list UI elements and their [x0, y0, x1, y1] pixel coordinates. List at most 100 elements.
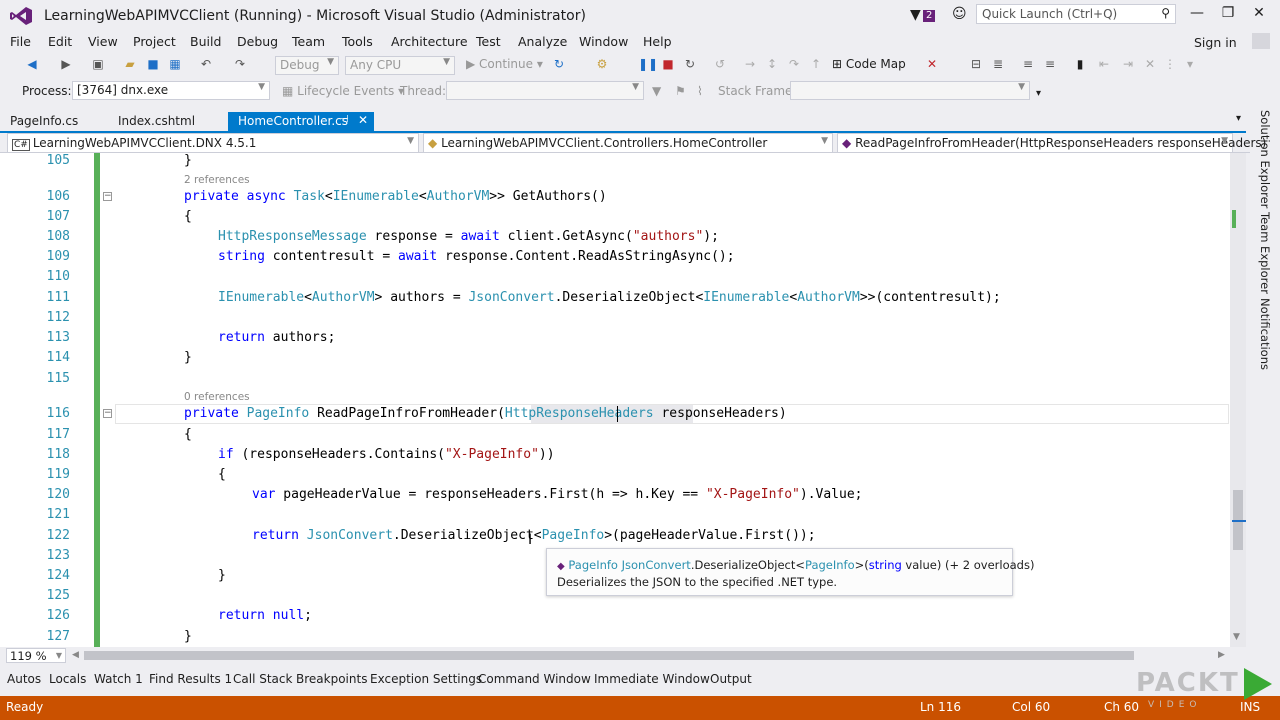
- horizontal-scrollbar-thumb[interactable]: [84, 651, 1134, 660]
- class-select[interactable]: ◆ LearningWebAPIMVCClient.Controllers.Ho…: [423, 133, 833, 153]
- codelens-references[interactable]: 2 references: [184, 174, 250, 186]
- member-select[interactable]: ◆ ReadPageInfroFromHeader(HttpResponseHe…: [837, 133, 1266, 153]
- bookmark-icon[interactable]: ▮: [1072, 56, 1088, 72]
- line-number: 105: [46, 153, 70, 168]
- notification-count-badge[interactable]: 2: [923, 10, 936, 22]
- collapse-toggle[interactable]: −: [103, 192, 112, 201]
- menu-debug[interactable]: Debug: [237, 34, 278, 49]
- menu-test[interactable]: Test: [476, 34, 501, 49]
- tab-command-window[interactable]: Command Window: [478, 672, 591, 686]
- scroll-right-icon[interactable]: ▶: [1218, 650, 1225, 660]
- redo-icon[interactable]: ↷: [232, 56, 248, 72]
- feedback-icon[interactable]: ☺: [952, 6, 967, 22]
- menu-file[interactable]: File: [10, 34, 31, 49]
- uncomment-icon[interactable]: ≡: [1042, 56, 1058, 72]
- scrollbar-caret-marker: [1232, 520, 1246, 522]
- save-icon[interactable]: ■: [145, 56, 161, 72]
- sign-in-link[interactable]: Sign in: [1194, 35, 1237, 50]
- team-explorer-tab[interactable]: Team Explorer: [1256, 212, 1272, 294]
- tab-breakpoints[interactable]: Breakpoints: [296, 672, 367, 686]
- scroll-left-icon[interactable]: ◀: [72, 650, 79, 660]
- flag-threads-icon[interactable]: ⚑: [675, 84, 686, 98]
- notifications-flag-icon[interactable]: ▼: [910, 7, 921, 23]
- align-icon[interactable]: ≣: [990, 56, 1006, 72]
- restore-button[interactable]: ❐: [1213, 5, 1243, 21]
- navigate-back-icon[interactable]: ◀: [24, 56, 40, 72]
- account-icon[interactable]: [1252, 33, 1270, 49]
- tab-watch-1[interactable]: Watch 1: [94, 672, 143, 686]
- refresh-icon[interactable]: ↻: [551, 56, 567, 72]
- navigate-forward-icon[interactable]: ▶: [58, 56, 74, 72]
- step-over-icon[interactable]: ↕: [764, 56, 780, 72]
- customize-toolbar-icon[interactable]: ▾: [1182, 56, 1198, 72]
- tab-call-stack[interactable]: Call Stack: [233, 672, 292, 686]
- tab-output[interactable]: Output: [710, 672, 752, 686]
- menu-project[interactable]: Project: [133, 34, 176, 49]
- close-window-button[interactable]: ✕: [1244, 5, 1274, 21]
- toolbar-overflow-icon[interactable]: ⋮: [1162, 56, 1178, 72]
- code-map-button[interactable]: ⊞ Code Map: [832, 57, 906, 71]
- tab-autos[interactable]: Autos: [7, 672, 41, 686]
- menu-help[interactable]: Help: [643, 34, 672, 49]
- tab-overflow-icon[interactable]: ▾: [1236, 113, 1241, 124]
- break-all-icon[interactable]: ❚❚: [638, 56, 658, 72]
- solution-platform-select[interactable]: Any CPU ▼: [345, 56, 455, 75]
- project-select[interactable]: C# LearningWebAPIMVCClient.DNX 4.5.1 ▼: [7, 133, 419, 153]
- codelens-references[interactable]: 0 references: [184, 391, 250, 403]
- bookmark-clear-icon[interactable]: ✕: [1142, 56, 1158, 72]
- notifications-tab[interactable]: Notifications: [1256, 298, 1272, 370]
- restart-icon[interactable]: ↻: [682, 56, 698, 72]
- stack-frame-select[interactable]: ▼: [790, 81, 1030, 100]
- step-into-icon[interactable]: →: [742, 56, 758, 72]
- quick-launch-input[interactable]: Quick Launch (Ctrl+Q) ⚲: [976, 4, 1176, 24]
- tooltip-signature: ◆ PageInfo JsonConvert.DeserializeObject…: [557, 558, 1034, 572]
- menu-analyze[interactable]: Analyze: [518, 34, 567, 49]
- tab-exception-settings[interactable]: Exception Settings: [370, 672, 482, 686]
- menu-tools[interactable]: Tools: [342, 34, 373, 49]
- zoom-select[interactable]: 119 % ▼: [6, 648, 66, 663]
- menu-architecture[interactable]: Architecture: [391, 34, 468, 49]
- undo-icon[interactable]: ↶: [198, 56, 214, 72]
- pin-icon[interactable]: ⊣: [340, 114, 349, 125]
- save-all-icon[interactable]: ▦: [167, 56, 183, 72]
- lifecycle-events-dropdown[interactable]: ▦ Lifecycle Events ▾: [282, 84, 404, 98]
- tab-locals[interactable]: Locals: [49, 672, 86, 686]
- comment-icon[interactable]: ≡: [1020, 56, 1036, 72]
- open-file-icon[interactable]: ▰: [122, 56, 138, 72]
- stop-debugging-icon[interactable]: ■: [660, 56, 676, 72]
- tab-pageinfo[interactable]: PageInfo.cs: [0, 112, 88, 131]
- line-number: 120: [46, 487, 70, 502]
- tab-immediate-window[interactable]: Immediate Window: [594, 672, 710, 686]
- close-tab-icon[interactable]: ✕: [358, 113, 368, 127]
- menu-build[interactable]: Build: [190, 34, 221, 49]
- scroll-down-icon[interactable]: ▼: [1233, 632, 1240, 642]
- collapse-toggle[interactable]: −: [103, 409, 112, 418]
- bookmark-next-icon[interactable]: ⇥: [1120, 56, 1136, 72]
- menu-team[interactable]: Team: [292, 34, 325, 49]
- diagram-icon[interactable]: ⊟: [968, 56, 984, 72]
- menu-edit[interactable]: Edit: [48, 34, 72, 49]
- solution-configuration-select[interactable]: Debug ▼: [275, 56, 339, 75]
- exceptions-icon[interactable]: ✕: [924, 56, 940, 72]
- show-next-statement-icon[interactable]: ↺: [712, 56, 728, 72]
- continue-button[interactable]: ▶ Continue ▾: [466, 57, 543, 71]
- tab-homecontroller[interactable]: HomeController.cs ⊣ ✕: [228, 112, 374, 131]
- tab-homecontroller-label: HomeController.cs: [238, 114, 349, 128]
- browser-link-icon[interactable]: ⚙: [594, 56, 610, 72]
- menu-window[interactable]: Window: [579, 34, 628, 49]
- thread-filter-icon[interactable]: ▼: [652, 84, 661, 98]
- minimize-button[interactable]: —: [1182, 5, 1212, 21]
- bookmark-prev-icon[interactable]: ⇤: [1096, 56, 1112, 72]
- toolbar-options-icon[interactable]: ▾: [1036, 88, 1041, 99]
- thread-select[interactable]: ▼: [446, 81, 644, 100]
- tab-index-cshtml[interactable]: Index.cshtml: [108, 112, 205, 131]
- menu-view[interactable]: View: [88, 34, 118, 49]
- new-project-icon[interactable]: ▣: [90, 56, 106, 72]
- step-out-icon[interactable]: ↷: [786, 56, 802, 72]
- process-select[interactable]: [3764] dnx.exe ▼: [72, 81, 270, 100]
- code-map-label: Code Map: [845, 57, 906, 71]
- solution-explorer-tab[interactable]: Solution Explorer: [1256, 110, 1272, 208]
- step-up-icon[interactable]: ↑: [808, 56, 824, 72]
- tab-find-results-1[interactable]: Find Results 1: [149, 672, 232, 686]
- code-line: private async Task<IEnumerable<AuthorVM>…: [184, 189, 607, 204]
